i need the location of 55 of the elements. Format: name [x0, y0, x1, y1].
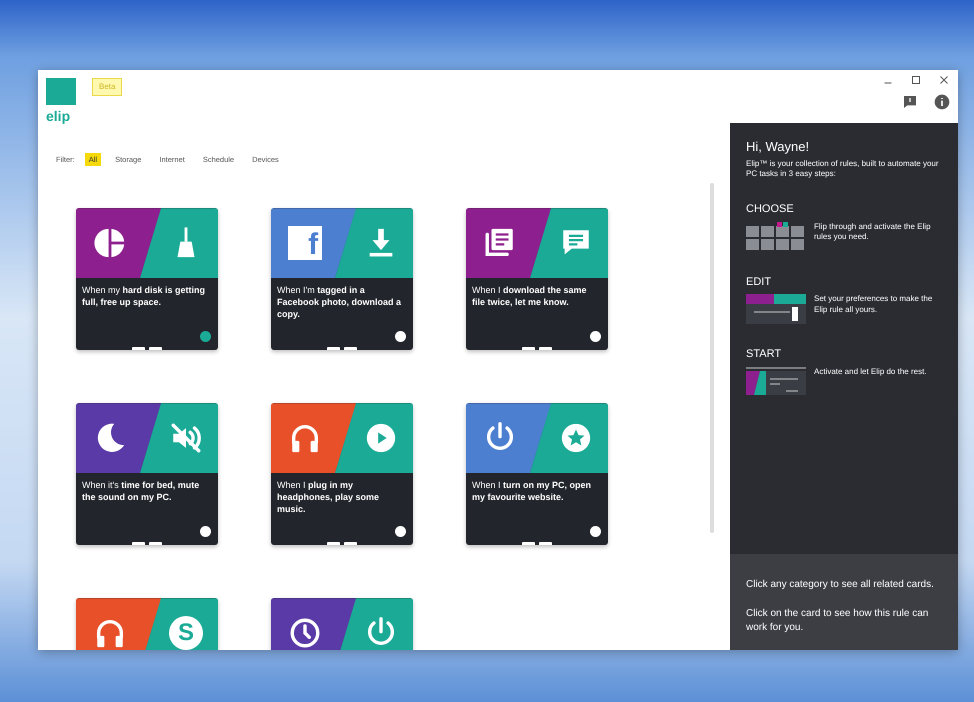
- tip-text: Click on the card to see how this rule can work for you.: [746, 607, 930, 634]
- card-tab: [539, 347, 552, 350]
- step-text: Activate and let Elip do the rest.: [814, 366, 927, 378]
- card-text: When I download the same file twice, let me know.: [471, 284, 588, 309]
- card-tab: [132, 542, 145, 546]
- card-tab: [522, 542, 535, 546]
- rule-card[interactable]: When my hard disk is getting full, free up space.: [76, 208, 218, 350]
- card-tab: [344, 542, 357, 546]
- card-text: When it's time for bed, mute the sound on my PC.: [81, 479, 200, 504]
- logo-text: elip: [46, 109, 72, 123]
- card-text: When my hard disk is getting full, free up space.: [81, 284, 206, 309]
- muted-speaker-icon: [169, 421, 204, 456]
- card-tab: [132, 347, 145, 350]
- rule-card[interactable]: When I plug in my headphones, play some music.: [271, 403, 413, 546]
- scrollbar[interactable]: [710, 183, 714, 533]
- edit-illustration: [746, 294, 806, 324]
- step-text: Flip through and activate the Elip rules you need.: [814, 222, 932, 243]
- card-text: When I turn on my PC, open my favourite website.: [471, 479, 592, 504]
- tip-text: Click any category to see all related cards.: [746, 578, 935, 591]
- toggle-dot[interactable]: [590, 331, 601, 342]
- card-tab: [327, 542, 340, 546]
- beta-badge: Beta: [92, 78, 122, 96]
- card-tab: [344, 347, 357, 350]
- maximize-icon[interactable]: [910, 74, 922, 86]
- card-tab: [522, 347, 535, 350]
- card-text: When I'm tagged in a Facebook photo, download a copy.: [276, 284, 402, 320]
- step-title: EDIT: [746, 274, 772, 290]
- toggle-dot[interactable]: [395, 526, 406, 538]
- logo-icon: [46, 78, 76, 105]
- feedback-icon[interactable]: [902, 94, 918, 110]
- intro-text: Elip™ is your collection of rules, built to automate your PC tasks in 3 easy steps:: [746, 158, 940, 180]
- rule-card[interactable]: When I turn on my PC, open my favourite website.: [466, 403, 608, 546]
- toggle-dot[interactable]: [395, 331, 406, 342]
- rule-card[interactable]: f When I'm tagged in a Facebook photo, download a copy.: [271, 208, 413, 350]
- round-logo: S: [169, 616, 204, 650]
- rule-card[interactable]: When I download the same file twice, let me know.: [466, 208, 608, 350]
- toggle-dot[interactable]: [200, 526, 211, 538]
- close-icon[interactable]: [938, 74, 950, 86]
- clock-icon: [288, 616, 322, 650]
- square-logo: f: [288, 226, 322, 260]
- card-tab: [149, 542, 162, 546]
- grid-illustration: [746, 222, 806, 252]
- card-tab: [149, 347, 162, 350]
- start-illustration: [746, 366, 806, 397]
- card-tab: [327, 347, 340, 350]
- card-text: When I plug in my headphones, play some music.: [276, 479, 380, 516]
- step-title: START: [746, 347, 782, 362]
- info-icon[interactable]: [934, 94, 950, 110]
- greeting: Hi, Wayne!: [746, 139, 810, 155]
- rule-card[interactable]: When it's time for bed, mute the sound on my PC.: [76, 403, 218, 546]
- card-tab: [539, 542, 552, 546]
- step-text: Set your preferences to make the Elip rule all yours.: [814, 294, 934, 316]
- toggle-dot[interactable]: [590, 526, 601, 538]
- step-title: CHOOSE: [746, 202, 795, 218]
- toggle-dot[interactable]: [200, 331, 211, 342]
